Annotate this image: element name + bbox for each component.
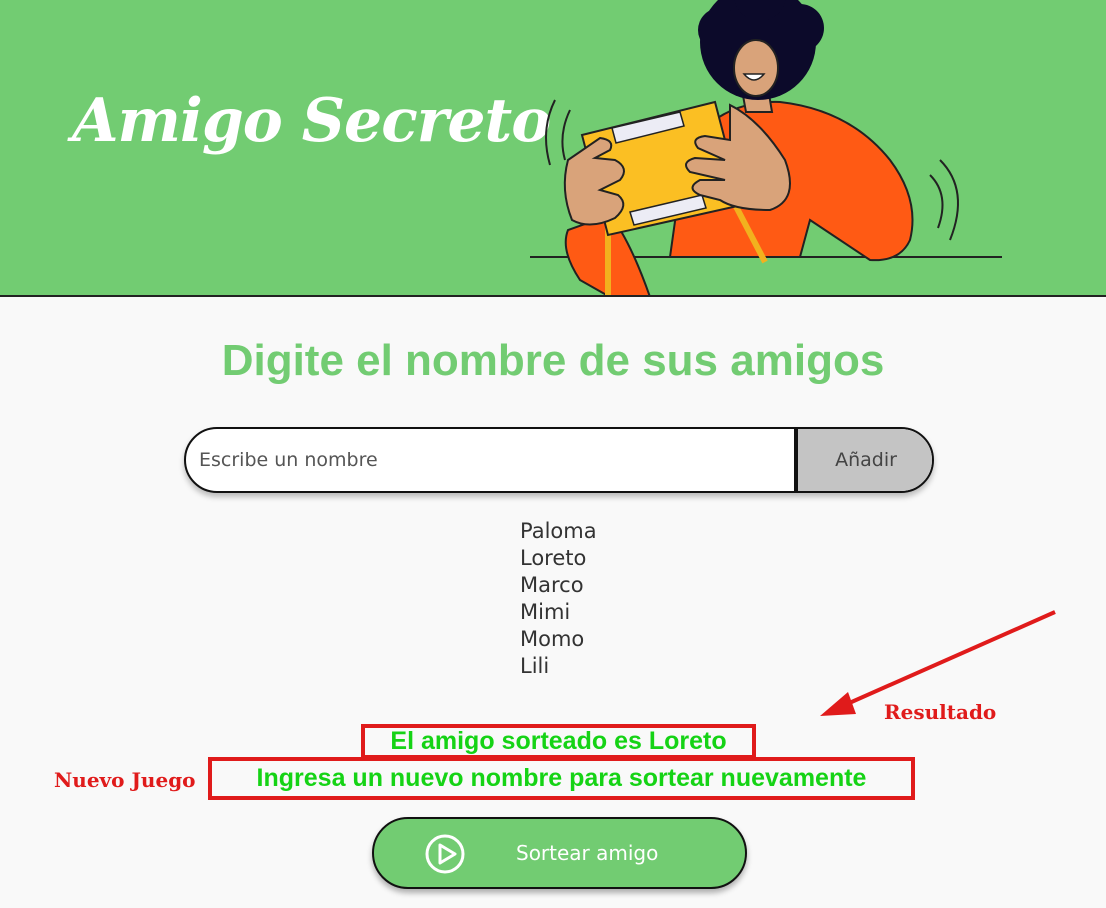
list-item: Paloma [520,519,597,543]
draw-friend-button[interactable]: Sortear amigo [372,817,747,889]
friends-list: Paloma Loreto Marco Mimi Momo Lili [520,518,597,680]
list-item: Marco [520,573,584,597]
app-title: Amigo Secreto [72,86,551,156]
annotation-label-new-game: Nuevo Juego [54,768,196,792]
list-item: Loreto [520,546,587,570]
name-input[interactable] [186,429,794,491]
person-holding-gift-illustration [530,0,1002,295]
page-heading: Digite el nombre de sus amigos [221,336,885,385]
name-input-group: Añadir [184,427,934,493]
new-game-highlight-box: Ingresa un nuevo nombre para sortear nue… [208,757,915,800]
add-button[interactable]: Añadir [794,429,932,491]
draw-button-label: Sortear amigo [516,841,659,865]
result-text: El amigo sorteado es Loreto [390,727,727,755]
annotation-label-result: Resultado [884,700,997,724]
play-circle-icon [425,834,465,874]
list-item: Mimi [520,600,571,624]
header-banner: Amigo Secreto [0,0,1106,297]
list-item: Momo [520,627,585,651]
new-game-text: Ingresa un nuevo nombre para sortear nue… [256,764,867,792]
list-item: Lili [520,654,550,678]
result-highlight-box: El amigo sorteado es Loreto [361,724,756,759]
